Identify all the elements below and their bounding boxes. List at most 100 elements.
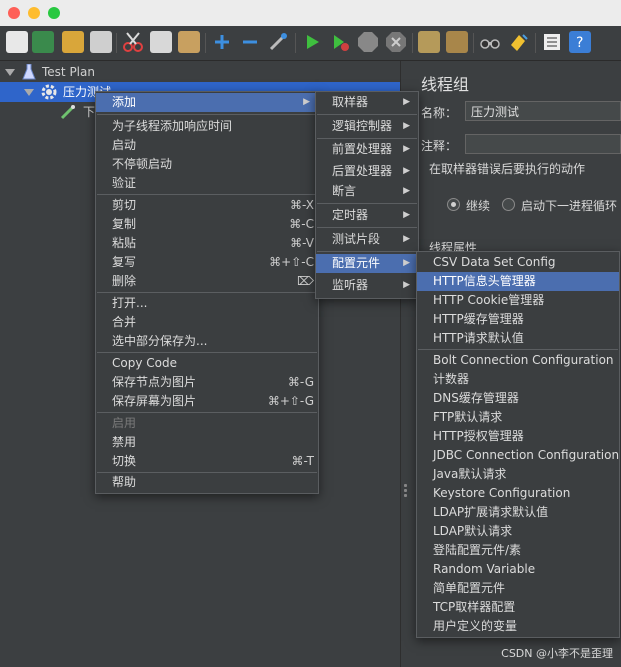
name-field[interactable]: 压力测试 bbox=[465, 101, 621, 121]
config-item-http-auth-manager[interactable]: HTTP授权管理器 bbox=[417, 427, 619, 446]
menu-item-start-no-pause[interactable]: 不停顿启动 bbox=[96, 155, 318, 174]
config-item-jdbc-connection[interactable]: JDBC Connection Configuration bbox=[417, 446, 619, 465]
start-no-pause-icon[interactable] bbox=[329, 31, 351, 53]
cut-icon[interactable] bbox=[122, 31, 144, 53]
config-item-http-request-defaults[interactable]: HTTP请求默认值 bbox=[417, 329, 619, 348]
expand-icon[interactable] bbox=[211, 31, 233, 53]
config-item-http-cache-manager[interactable]: HTTP缓存管理器 bbox=[417, 310, 619, 329]
search-icon[interactable] bbox=[479, 31, 501, 53]
menu-item-cut[interactable]: 剪切 ⌘-X bbox=[96, 196, 318, 215]
submenu-arrow-icon: ▶ bbox=[403, 166, 410, 176]
config-item-counter[interactable]: 计数器 bbox=[417, 370, 619, 389]
zoom-window-button[interactable] bbox=[48, 7, 60, 19]
config-item-user-defined-variables[interactable]: 用户定义的变量 bbox=[417, 617, 619, 636]
open-folder-icon[interactable] bbox=[62, 31, 84, 53]
config-item-bolt-connection[interactable]: Bolt Connection Configuration bbox=[417, 351, 619, 370]
config-item-random-variable[interactable]: Random Variable bbox=[417, 560, 619, 579]
tree-item-test-plan[interactable]: Test Plan bbox=[0, 62, 400, 82]
submenu-arrow-icon: ▶ bbox=[403, 234, 410, 244]
function-helper-icon[interactable] bbox=[541, 31, 563, 53]
reset-search-icon[interactable] bbox=[507, 31, 529, 53]
config-item-ldap-defaults[interactable]: LDAP默认请求 bbox=[417, 522, 619, 541]
submenu-item-assertion[interactable]: 断言 ▶ bbox=[316, 182, 418, 201]
submenu-arrow-icon: ▶ bbox=[403, 258, 410, 268]
menu-item-enable: 启用 bbox=[112, 416, 137, 430]
config-item-java-defaults[interactable]: Java默认请求 bbox=[417, 465, 619, 484]
svg-text:?: ? bbox=[576, 35, 583, 51]
menu-item-open[interactable]: 打开... bbox=[96, 294, 318, 313]
menu-item-save-screen-image[interactable]: 保存屏幕为图片 ⌘+⇧-G bbox=[96, 392, 318, 411]
menu-item-duplicate[interactable]: 复写 ⌘+⇧-C bbox=[96, 253, 318, 272]
stop-icon[interactable] bbox=[357, 31, 379, 53]
menu-item-add[interactable]: 添加 ▶ bbox=[96, 93, 318, 112]
submenu-arrow-icon: ▶ bbox=[403, 210, 410, 220]
comment-field[interactable] bbox=[465, 134, 621, 154]
submenu-item-test-fragment[interactable]: 测试片段 ▶ bbox=[316, 230, 418, 249]
menu-item-copy-code[interactable]: Copy Code bbox=[96, 354, 318, 373]
submenu-item-logic-controller[interactable]: 逻辑控制器 ▶ bbox=[316, 117, 418, 136]
pipette-icon bbox=[60, 104, 76, 126]
menu-item-merge[interactable]: 合并 bbox=[96, 313, 318, 332]
menu-item-toggle[interactable]: 切换 ⌘-T bbox=[96, 452, 318, 471]
close-window-button[interactable] bbox=[8, 7, 20, 19]
submenu-arrow-icon: ▶ bbox=[403, 280, 410, 290]
menu-item-delete[interactable]: 删除 ⌦ bbox=[96, 272, 318, 291]
submenu-item-post-processor[interactable]: 后置处理器 ▶ bbox=[316, 162, 418, 181]
config-item-simple-config[interactable]: 简单配置元件 bbox=[417, 579, 619, 598]
tree-item-label: Test Plan bbox=[42, 65, 95, 79]
copy-icon[interactable] bbox=[150, 31, 172, 53]
submenu-arrow-icon: ▶ bbox=[403, 186, 410, 196]
start-icon[interactable] bbox=[301, 31, 323, 53]
config-item-http-cookie-manager[interactable]: HTTP Cookie管理器 bbox=[417, 291, 619, 310]
window-titlebar bbox=[0, 0, 621, 26]
menu-item-copy[interactable]: 复制 ⌘-C bbox=[96, 215, 318, 234]
clear-icon[interactable] bbox=[418, 31, 440, 53]
submenu-arrow-icon: ▶ bbox=[303, 97, 310, 107]
config-item-ldap-ext-defaults[interactable]: LDAP扩展请求默认值 bbox=[417, 503, 619, 522]
submenu-item-config-element[interactable]: 配置元件 ▶ bbox=[316, 254, 418, 273]
expand-triangle-icon[interactable] bbox=[5, 69, 15, 76]
new-file-icon[interactable] bbox=[6, 31, 28, 53]
submenu-item-sampler[interactable]: 取样器 ▶ bbox=[316, 93, 418, 112]
config-item-login-config[interactable]: 登陆配置元件/素 bbox=[417, 541, 619, 560]
shutdown-icon[interactable] bbox=[385, 31, 407, 53]
clear-all-icon[interactable] bbox=[446, 31, 468, 53]
config-item-http-header-manager[interactable]: HTTP信息头管理器 bbox=[417, 272, 619, 291]
config-item-keystore[interactable]: Keystore Configuration bbox=[417, 484, 619, 503]
context-menu: 添加 ▶ 为子线程添加响应时间 启动 不停顿启动 验证 剪切 ⌘-X 复制 ⌘-C 粘… bbox=[95, 91, 319, 494]
submenu-item-listener[interactable]: 监听器 ▶ bbox=[316, 276, 418, 295]
comment-label: 注释： bbox=[421, 139, 458, 153]
config-item-tcp-sampler-config[interactable]: TCP取样器配置 bbox=[417, 598, 619, 617]
menu-item-paste[interactable]: 粘贴 ⌘-V bbox=[96, 234, 318, 253]
help-icon[interactable]: ? bbox=[569, 31, 591, 53]
templates-icon[interactable] bbox=[32, 31, 54, 53]
add-submenu: 取样器 ▶ 逻辑控制器 ▶ 前置处理器 ▶ 后置处理器 ▶ 断言 ▶ 定时器 ▶ 测试片段 ▶… bbox=[315, 91, 419, 299]
next-loop-radio[interactable] bbox=[502, 198, 515, 211]
menu-item-validate[interactable]: 验证 bbox=[96, 174, 318, 193]
menu-item-add-think-time[interactable]: 为子线程添加响应时间 bbox=[96, 117, 318, 136]
next-loop-radio-label: 启动下一进程循环 bbox=[521, 199, 618, 213]
menu-item-help[interactable]: 帮助 bbox=[96, 473, 318, 492]
panel-title: 线程组 bbox=[421, 75, 470, 94]
submenu-item-pre-processor[interactable]: 前置处理器 ▶ bbox=[316, 140, 418, 159]
config-item-ftp-defaults[interactable]: FTP默认请求 bbox=[417, 408, 619, 427]
toggle-icon[interactable] bbox=[267, 31, 289, 53]
continue-radio[interactable] bbox=[447, 198, 460, 211]
submenu-item-timer[interactable]: 定时器 ▶ bbox=[316, 206, 418, 225]
menu-item-start[interactable]: 启动 bbox=[96, 136, 318, 155]
menu-item-disable[interactable]: 禁用 bbox=[96, 433, 318, 452]
menu-item-save-selection[interactable]: 选中部分保存为... bbox=[96, 332, 318, 351]
submenu-arrow-icon: ▶ bbox=[403, 97, 410, 107]
config-item-dns-cache-manager[interactable]: DNS缓存管理器 bbox=[417, 389, 619, 408]
submenu-arrow-icon: ▶ bbox=[403, 144, 410, 154]
paste-icon[interactable] bbox=[178, 31, 200, 53]
expand-triangle-icon[interactable] bbox=[24, 89, 34, 96]
watermark: CSDN @小李不是歪理 bbox=[501, 647, 613, 660]
menu-item-save-node-image[interactable]: 保存节点为图片 ⌘-G bbox=[96, 373, 318, 392]
name-label: 名称： bbox=[421, 106, 458, 120]
collapse-icon[interactable] bbox=[239, 31, 261, 53]
save-icon[interactable] bbox=[90, 31, 112, 53]
submenu-arrow-icon: ▶ bbox=[403, 121, 410, 131]
minimize-window-button[interactable] bbox=[28, 7, 40, 19]
config-item-csv-data-set[interactable]: CSV Data Set Config bbox=[417, 253, 619, 272]
